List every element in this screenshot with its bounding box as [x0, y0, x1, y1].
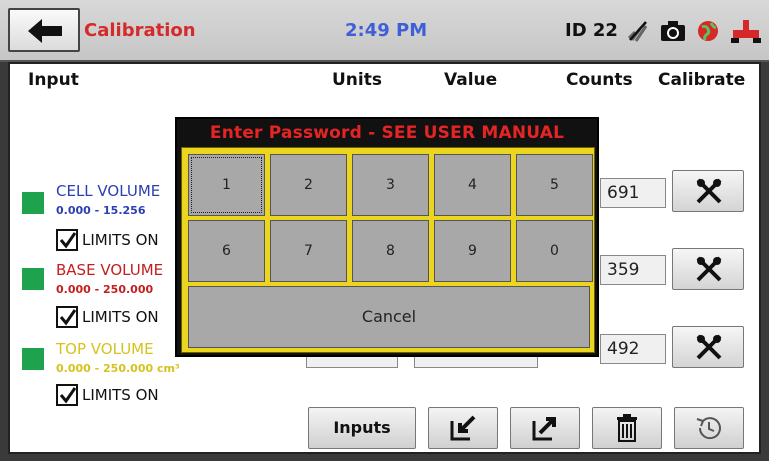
key-3[interactable]: 3	[352, 154, 429, 216]
checkbox-icon[interactable]	[56, 384, 78, 406]
key-5[interactable]: 5	[516, 154, 593, 216]
checkbox-icon[interactable]	[56, 306, 78, 328]
history-icon	[696, 417, 721, 440]
wrench-icon	[696, 178, 722, 204]
key-4[interactable]: 4	[434, 154, 511, 216]
globe-icon[interactable]	[697, 20, 719, 42]
counts-field[interactable]: 691	[600, 178, 666, 208]
limits-label: LIMITS ON	[82, 231, 159, 249]
key-6[interactable]: 6	[188, 220, 265, 282]
cancel-button[interactable]: Cancel	[188, 286, 590, 348]
import-icon	[450, 415, 476, 441]
limits-checkbox[interactable]: LIMITS ON	[56, 306, 159, 328]
column-header-units: Units	[332, 70, 382, 90]
sensor-status-indicator	[22, 268, 44, 290]
limits-checkbox[interactable]: LIMITS ON	[56, 229, 159, 251]
key-8[interactable]: 8	[352, 220, 429, 282]
limits-label: LIMITS ON	[82, 386, 159, 404]
calibrate-button[interactable]	[672, 248, 744, 290]
counts-field[interactable]: 359	[600, 255, 666, 285]
page-title: Calibration	[84, 20, 196, 41]
wifi-off-icon[interactable]	[626, 20, 650, 42]
sensor-range: 0.000 - 15.256	[56, 204, 146, 217]
password-dialog: Enter Password - SEE USER MANUAL 1 2 3 4…	[175, 117, 599, 357]
keypad: 1 2 3 4 5 6 7 8 9 0 Cancel	[181, 147, 595, 353]
dialog-title: Enter Password - SEE USER MANUAL	[209, 123, 565, 143]
sensor-status-indicator	[22, 192, 44, 214]
trash-icon	[617, 414, 637, 442]
calibrate-button[interactable]	[672, 170, 744, 212]
wrench-icon	[696, 256, 722, 282]
key-1[interactable]: 1	[188, 154, 265, 216]
camera-icon[interactable]	[660, 20, 686, 42]
key-7[interactable]: 7	[270, 220, 347, 282]
column-header-input: Input	[28, 70, 79, 90]
column-header-value: Value	[444, 70, 498, 90]
export-button[interactable]	[510, 407, 580, 449]
sensor-range: 0.000 - 250.000	[56, 283, 154, 296]
sensor-name[interactable]: TOP VOLUME	[56, 340, 154, 358]
limits-label: LIMITS ON	[82, 308, 159, 326]
sensor-name[interactable]: BASE VOLUME	[56, 261, 163, 279]
sensor-name[interactable]: CELL VOLUME	[56, 182, 160, 200]
key-2[interactable]: 2	[270, 154, 347, 216]
title-bar: Calibration 2:49 PM ID 22	[0, 0, 769, 62]
back-button[interactable]	[8, 8, 80, 52]
limits-checkbox[interactable]: LIMITS ON	[56, 384, 159, 406]
delete-button[interactable]	[592, 407, 662, 449]
export-icon	[532, 417, 556, 441]
column-header-counts: Counts	[566, 70, 633, 90]
history-button[interactable]	[674, 407, 744, 449]
device-id: ID 22	[565, 20, 618, 41]
inputs-button[interactable]: Inputs	[308, 407, 416, 449]
back-arrow-icon	[28, 19, 62, 43]
key-9[interactable]: 9	[434, 220, 511, 282]
calibrate-button[interactable]	[672, 326, 744, 368]
sensor-status-indicator	[22, 348, 44, 370]
import-button[interactable]	[428, 407, 498, 449]
clock: 2:49 PM	[345, 20, 428, 41]
counts-field[interactable]: 492	[600, 334, 666, 364]
column-header-calibrate: Calibrate	[658, 70, 746, 90]
checkbox-icon[interactable]	[56, 229, 78, 251]
sensor-range: 0.000 - 250.000 cm³	[56, 362, 180, 375]
valve-icon[interactable]	[731, 20, 761, 44]
key-0[interactable]: 0	[516, 220, 593, 282]
wrench-icon	[696, 334, 722, 360]
